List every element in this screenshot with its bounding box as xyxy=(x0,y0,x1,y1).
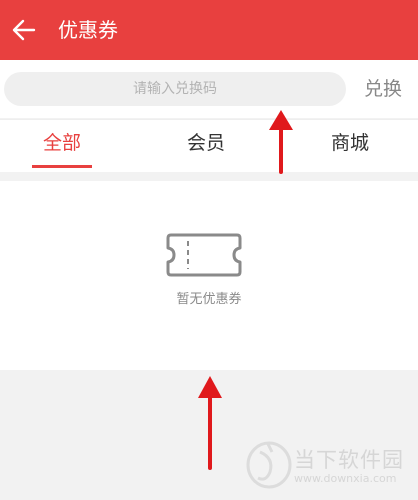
active-tab-indicator xyxy=(32,165,92,168)
coupon-list-empty: 暂无优惠券 xyxy=(0,181,418,370)
annotation-arrow-up-icon xyxy=(269,110,293,174)
downxia-logo-icon xyxy=(246,441,292,489)
page-title: 优惠券 xyxy=(58,18,118,42)
coupon-tabs: 全部 会员 商城 xyxy=(0,119,418,172)
redeem-code-input[interactable]: 请输入兑换码 xyxy=(4,72,346,106)
tab-mall[interactable]: 商城 xyxy=(316,120,384,172)
arrow-left-icon[interactable] xyxy=(10,16,38,44)
watermark: 当下软件园 www.downxia.com xyxy=(244,438,416,490)
redeem-button[interactable]: 兑换 xyxy=(364,72,402,106)
tab-member[interactable]: 会员 xyxy=(172,120,240,172)
ticket-icon xyxy=(166,233,242,277)
empty-state-text: 暂无优惠券 xyxy=(176,292,242,307)
watermark-name: 当下软件园 xyxy=(294,448,404,472)
watermark-url: www.downxia.com xyxy=(294,472,397,485)
redeem-bar: 请输入兑换码 兑换 xyxy=(0,60,418,118)
app-header: 优惠券 xyxy=(0,0,418,60)
annotation-arrow-up-icon xyxy=(198,376,222,470)
